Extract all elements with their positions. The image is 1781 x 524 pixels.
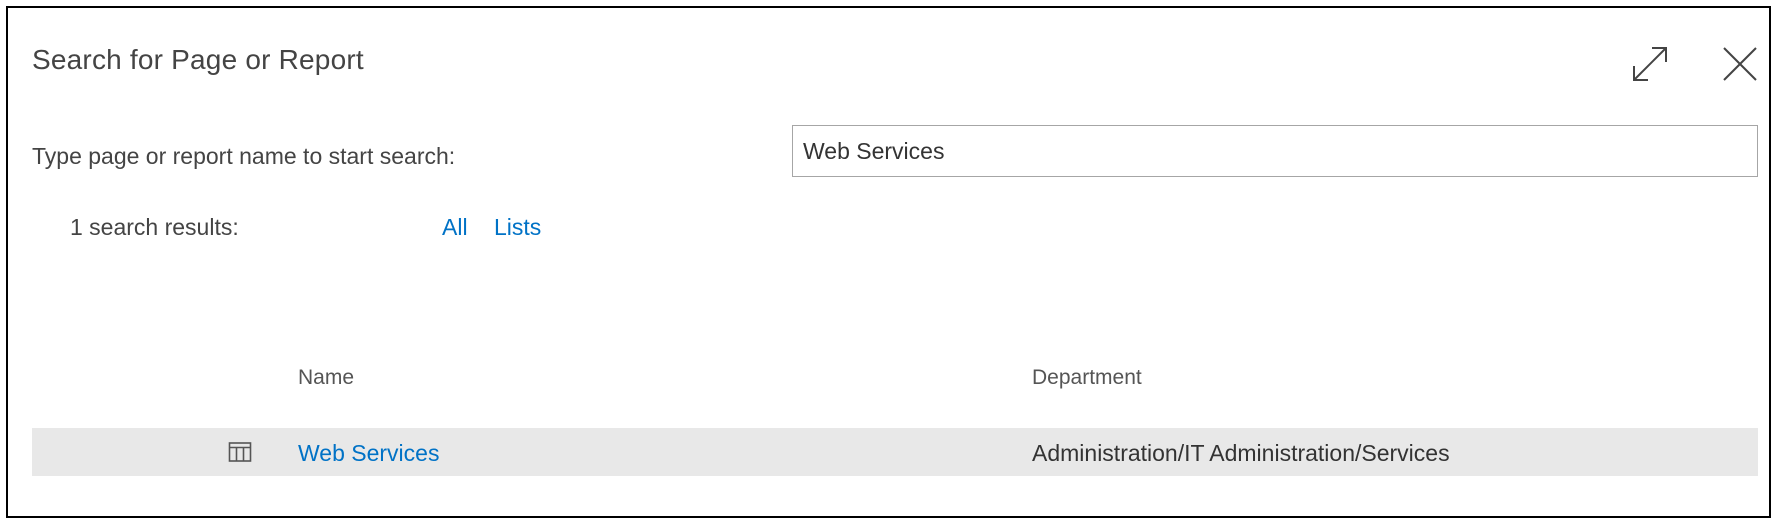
column-header-name: Name: [298, 366, 355, 389]
close-icon[interactable]: [1716, 40, 1764, 88]
result-department: Administration/IT Administration/Service…: [1032, 440, 1450, 466]
search-dialog: Search for Page or Report Type page or r…: [6, 6, 1771, 518]
result-name-link[interactable]: Web Services: [298, 440, 439, 467]
search-prompt-label: Type page or report name to start search…: [32, 143, 456, 169]
dialog-title: Search for Page or Report: [32, 44, 364, 75]
list-table-icon: [228, 441, 252, 463]
results-count: 1 search results:: [70, 214, 239, 240]
expand-arrows-icon[interactable]: [1626, 40, 1674, 88]
column-header-department: Department: [1032, 366, 1142, 389]
filter-lists-link[interactable]: Lists: [494, 214, 541, 241]
search-input[interactable]: [792, 125, 1758, 177]
table-row[interactable]: Web Services Administration/IT Administr…: [32, 428, 1758, 476]
filter-all-link[interactable]: All: [442, 214, 468, 241]
